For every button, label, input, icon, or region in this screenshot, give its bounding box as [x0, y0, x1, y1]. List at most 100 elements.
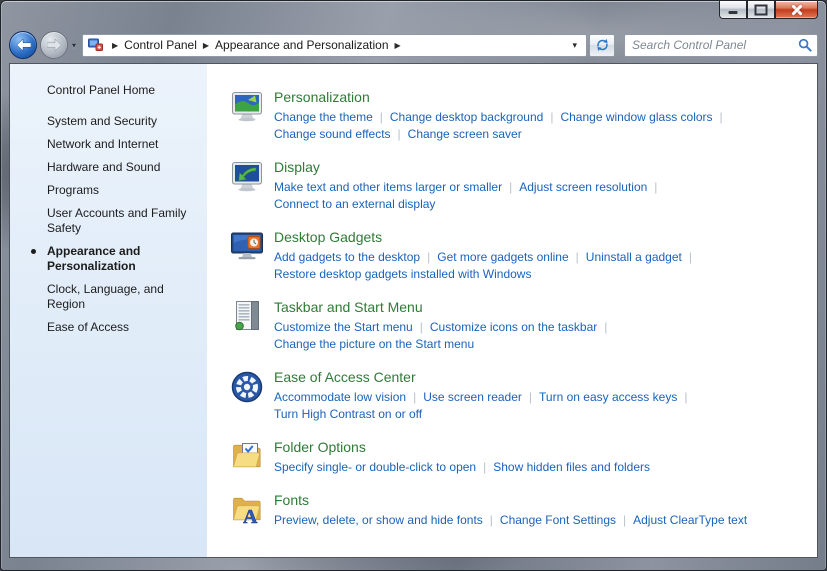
svg-text:A: A [243, 506, 258, 528]
breadcrumb-appearance-personalization[interactable]: Appearance and Personalization [215, 38, 388, 52]
category-title[interactable]: Taskbar and Start Menu [274, 298, 614, 316]
task-link[interactable]: Add gadgets to the desktop [274, 250, 420, 264]
category-section: Desktop Gadgets Add gadgets to the deskto… [229, 228, 809, 283]
task-link[interactable]: Restore desktop gadgets installed with W… [274, 267, 531, 281]
category-title[interactable]: Display [274, 158, 664, 176]
link-separator: | [569, 250, 586, 264]
link-separator: | [406, 390, 423, 404]
task-link[interactable]: Accommodate low vision [274, 390, 406, 404]
task-link[interactable]: Adjust screen resolution [519, 180, 647, 194]
refresh-button[interactable] [589, 34, 615, 57]
link-separator: | [522, 390, 539, 404]
desktop-gadgets-icon[interactable] [229, 229, 265, 265]
task-link[interactable]: Uninstall a gadget [586, 250, 682, 264]
taskbar-start-menu-icon[interactable] [229, 299, 265, 335]
task-link-line: Customize the Start menu|Customize icons… [274, 319, 614, 336]
link-separator: | [677, 390, 694, 404]
task-link[interactable]: Preview, delete, or show and hide fonts [274, 513, 483, 527]
window-body: Control Panel Home System and Security Ne… [9, 63, 818, 558]
sidebar-item[interactable]: Clock, Language, and Region [10, 278, 207, 316]
task-link[interactable]: Connect to an external display [274, 197, 435, 211]
sidebar-control-panel-home[interactable]: Control Panel Home [47, 83, 201, 97]
link-separator: | [373, 110, 390, 124]
task-link[interactable]: Get more gadgets online [437, 250, 568, 264]
back-button[interactable] [9, 31, 37, 59]
sidebar-item[interactable]: Appearance and Personalization [10, 240, 207, 278]
category-title[interactable]: Folder Options [274, 438, 650, 456]
link-separator: | [476, 460, 493, 474]
recent-pages-dropdown-icon[interactable]: ▾ [72, 41, 76, 50]
task-link[interactable]: Specify single- or double-click to open [274, 460, 476, 474]
task-link[interactable]: Customize icons on the taskbar [430, 320, 597, 334]
task-link-line: Turn High Contrast on or off [274, 406, 694, 423]
task-link[interactable]: Change desktop background [390, 110, 543, 124]
refresh-icon [595, 38, 610, 52]
minimize-button[interactable] [719, 1, 747, 19]
link-separator: | [543, 110, 560, 124]
title-bar[interactable] [1, 1, 826, 29]
task-link[interactable]: Turn High Contrast on or off [274, 407, 422, 421]
category-title[interactable]: Personalization [274, 88, 730, 106]
sidebar-item[interactable]: System and Security [10, 110, 207, 133]
category-section: Folder Options Specify single- or double-… [229, 438, 809, 476]
task-link[interactable]: Make text and other items larger or smal… [274, 180, 502, 194]
task-link[interactable]: Use screen reader [423, 390, 522, 404]
task-link[interactable]: Change the picture on the Start menu [274, 337, 474, 351]
maximize-button[interactable] [747, 1, 775, 19]
category-title[interactable]: Ease of Access Center [274, 368, 694, 386]
category-title[interactable]: Fonts [274, 491, 747, 509]
search-box[interactable] [624, 34, 818, 57]
task-link[interactable]: Change Font Settings [500, 513, 616, 527]
window-controls [719, 1, 818, 19]
fonts-icon[interactable]: A [229, 492, 265, 528]
link-separator: | [713, 110, 730, 124]
breadcrumb-chevron-icon[interactable]: ▶ [106, 41, 124, 50]
folder-options-icon[interactable] [229, 439, 265, 475]
address-bar[interactable]: ▶ Control Panel ▶ Appearance and Persona… [82, 34, 587, 57]
task-link-line: Change the picture on the Start menu [274, 336, 614, 353]
task-link-line: Restore desktop gadgets installed with W… [274, 266, 699, 283]
sidebar-item[interactable]: Ease of Access [10, 316, 207, 339]
sidebar-item-label: User Accounts and Family Safety [47, 206, 186, 235]
task-link[interactable]: Show hidden files and folders [493, 460, 650, 474]
task-link-line: Add gadgets to the desktop|Get more gadg… [274, 249, 699, 266]
task-link[interactable]: Change the theme [274, 110, 373, 124]
sidebar-item[interactable]: Programs [10, 179, 207, 202]
task-link-line: Accommodate low vision|Use screen reader… [274, 389, 694, 406]
sidebar-item-label: Network and Internet [47, 137, 158, 151]
personalization-icon[interactable] [229, 89, 265, 125]
link-separator: | [502, 180, 519, 194]
task-link[interactable]: Turn on easy access keys [539, 390, 677, 404]
search-input[interactable] [630, 37, 794, 53]
sidebar-item[interactable]: Hardware and Sound [10, 156, 207, 179]
display-icon[interactable] [229, 159, 265, 195]
task-link[interactable]: Adjust ClearType text [633, 513, 747, 527]
task-link[interactable]: Customize the Start menu [274, 320, 413, 334]
sidebar-item[interactable]: Network and Internet [10, 133, 207, 156]
link-separator: | [413, 320, 430, 334]
close-button[interactable] [775, 1, 818, 19]
breadcrumb-chevron-icon[interactable]: ▶ [389, 41, 407, 50]
main-panel: PersonalizationChange the theme|Change d… [207, 64, 817, 557]
task-link[interactable]: Change window glass colors [560, 110, 712, 124]
ease-of-access-icon[interactable] [229, 369, 265, 405]
sidebar-item-label: System and Security [47, 114, 157, 128]
task-link[interactable]: Change sound effects [274, 127, 391, 141]
category-title[interactable]: Desktop Gadgets [274, 228, 699, 246]
sidebar-item[interactable]: User Accounts and Family Safety [10, 202, 207, 240]
link-separator: | [391, 127, 408, 141]
maximize-icon [755, 4, 768, 15]
back-arrow-icon [16, 39, 31, 51]
breadcrumb-control-panel[interactable]: Control Panel [124, 38, 197, 52]
link-separator: | [682, 250, 699, 264]
search-icon[interactable] [798, 38, 812, 52]
forward-button[interactable] [40, 31, 68, 59]
active-item-bullet-icon [31, 249, 36, 254]
address-history-dropdown-icon[interactable]: ▾ [568, 40, 581, 51]
link-separator: | [483, 513, 500, 527]
task-link-line: Preview, delete, or show and hide fonts|… [274, 512, 747, 529]
breadcrumb-chevron-icon[interactable]: ▶ [197, 41, 215, 50]
task-link[interactable]: Change screen saver [408, 127, 522, 141]
task-link-line: Make text and other items larger or smal… [274, 179, 664, 196]
category-section: Taskbar and Start Menu Customize the Star… [229, 298, 809, 353]
